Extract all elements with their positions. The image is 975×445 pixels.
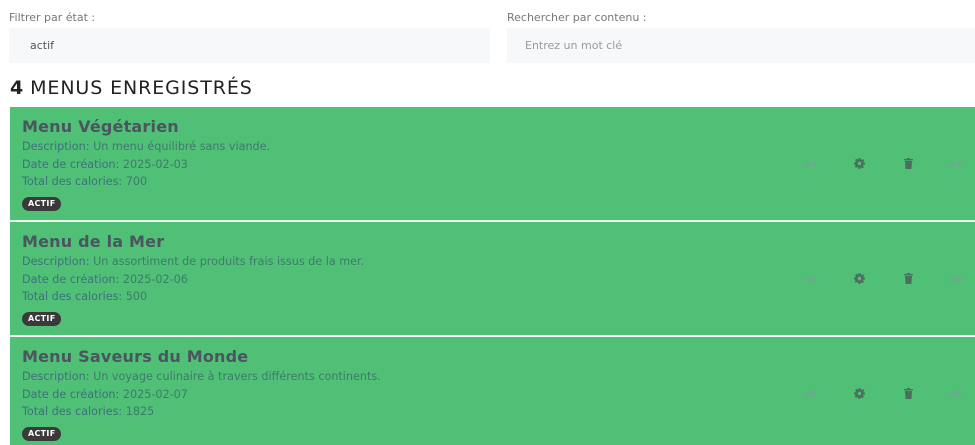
calories-label: Total des calories: [22, 175, 123, 188]
state-filter: Filtrer par état : actif [9, 10, 490, 63]
trash-icon [903, 158, 913, 169]
menu-date: Date de création: 2025-02-07 [22, 386, 381, 404]
gear-icon [853, 388, 865, 399]
menu-card: Menu Saveurs du Monde Description: Un vo… [10, 337, 975, 445]
trash-icon [903, 388, 913, 399]
move-left-button[interactable] [802, 271, 818, 287]
settings-button[interactable] [851, 156, 867, 172]
status-badge: ACTIF [22, 311, 62, 326]
date-label: Date de création: [22, 157, 120, 171]
gear-icon [853, 158, 865, 169]
move-right-button[interactable] [949, 271, 965, 287]
page-title-text: MENUS ENREGISTRÉS [30, 77, 253, 99]
menu-description: Description: Un menu équilibré sans vian… [22, 138, 270, 156]
move-left-button[interactable] [802, 156, 818, 172]
menu-date: Date de création: 2025-02-06 [22, 271, 364, 289]
menu-list: Menu Végétarien Description: Un menu équ… [10, 107, 975, 445]
description-label: Description: [22, 370, 90, 383]
menu-title: Menu de la Mer [22, 232, 165, 251]
menu-actions [802, 222, 965, 335]
date-value: 2025-02-07 [122, 387, 188, 401]
menu-calories: Total des calories: 700 [22, 173, 270, 191]
description-value: Un menu équilibré sans viande. [93, 140, 271, 153]
menu-count: 4 [10, 77, 25, 99]
calories-value: 1825 [125, 405, 155, 418]
forward-icon [951, 159, 963, 168]
date-label: Date de création: [22, 387, 120, 401]
search-input[interactable]: Entrez un mot clé [507, 28, 975, 63]
state-filter-select[interactable]: actif [9, 28, 490, 63]
menu-description: Description: Un voyage culinaire à trave… [22, 368, 381, 386]
calories-value: 700 [125, 175, 148, 188]
menu-title: Menu Végétarien [22, 117, 179, 136]
menu-actions [802, 337, 965, 445]
settings-button[interactable] [851, 386, 867, 402]
date-label: Date de création: [22, 272, 120, 286]
menu-title: Menu Saveurs du Monde [22, 347, 249, 366]
description-label: Description: [22, 140, 90, 153]
backward-icon [804, 389, 816, 398]
menu-calories: Total des calories: 1825 [22, 403, 381, 421]
calories-value: 500 [125, 290, 148, 303]
description-value: Un voyage culinaire à travers différents… [93, 370, 381, 383]
delete-button[interactable] [900, 156, 916, 172]
move-left-button[interactable] [802, 386, 818, 402]
delete-button[interactable] [900, 386, 916, 402]
state-filter-label: Filtrer par état : [9, 11, 96, 24]
move-right-button[interactable] [949, 156, 965, 172]
filters-bar: Filtrer par état : actif Rechercher par … [9, 10, 975, 63]
forward-icon [951, 389, 963, 398]
page-title: 4 MENUS ENREGISTRÉS [10, 76, 253, 100]
status-badge: ACTIF [22, 196, 62, 211]
status-badge: ACTIF [22, 426, 62, 441]
move-right-button[interactable] [949, 386, 965, 402]
menus-page: Filtrer par état : actif Rechercher par … [0, 0, 975, 445]
menu-description: Description: Un assortiment de produits … [22, 253, 364, 271]
menu-card-body: Menu Végétarien Description: Un menu équ… [22, 117, 270, 211]
menu-calories: Total des calories: 500 [22, 288, 364, 306]
calories-label: Total des calories: [22, 405, 123, 418]
date-value: 2025-02-06 [122, 272, 188, 286]
menu-date: Date de création: 2025-02-03 [22, 156, 270, 174]
menu-card: Menu Végétarien Description: Un menu équ… [10, 107, 975, 221]
backward-icon [804, 274, 816, 283]
menu-card-body: Menu de la Mer Description: Un assortime… [22, 232, 364, 326]
trash-icon [903, 273, 913, 284]
description-value: Un assortiment de produits frais issus d… [93, 255, 365, 268]
delete-button[interactable] [900, 271, 916, 287]
search-filter: Rechercher par contenu : Entrez un mot c… [507, 10, 975, 63]
calories-label: Total des calories: [22, 290, 123, 303]
description-label: Description: [22, 255, 90, 268]
menu-card: Menu de la Mer Description: Un assortime… [10, 222, 975, 336]
menu-card-body: Menu Saveurs du Monde Description: Un vo… [22, 347, 381, 441]
settings-button[interactable] [851, 271, 867, 287]
date-value: 2025-02-03 [122, 157, 188, 171]
search-filter-label: Rechercher par contenu : [507, 11, 647, 24]
backward-icon [804, 159, 816, 168]
forward-icon [951, 274, 963, 283]
gear-icon [853, 273, 865, 284]
menu-actions [802, 107, 965, 220]
